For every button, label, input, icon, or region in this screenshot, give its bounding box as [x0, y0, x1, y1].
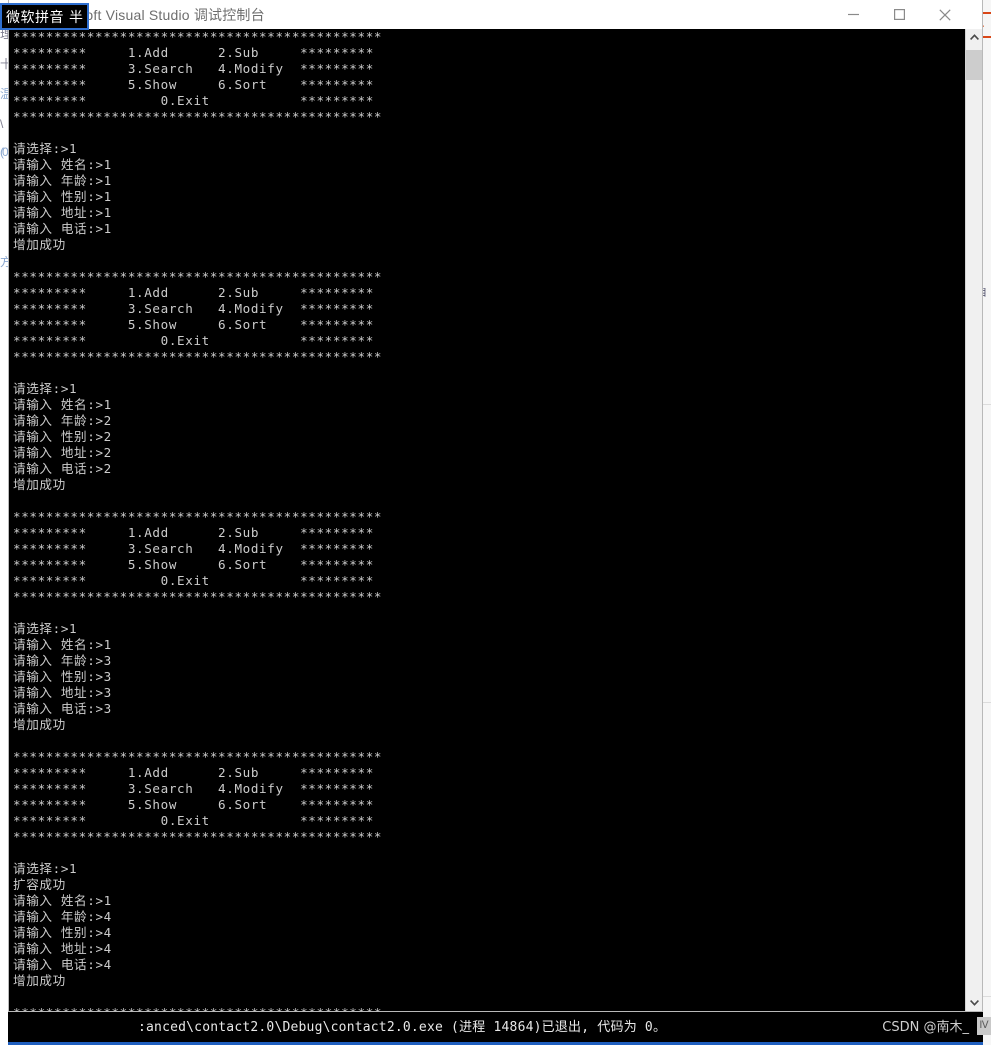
console-output-area[interactable]: ****************************************…: [9, 29, 982, 1011]
console-output-text: ****************************************…: [13, 29, 383, 1011]
watermark-tail: Ⅳ: [977, 1017, 991, 1035]
console-window: Microsoft Visual Studio 调试控制台 **********…: [8, 0, 983, 1012]
window-titlebar[interactable]: Microsoft Visual Studio 调试控制台: [9, 0, 982, 29]
close-button[interactable]: [922, 0, 968, 29]
ime-indicator[interactable]: 微软拼音 半: [0, 3, 90, 30]
exit-status-message: :anced\contact2.0\Debug\contact2.0.exe (…: [138, 1020, 667, 1035]
maximize-button[interactable]: [876, 0, 922, 29]
minimize-button[interactable]: [830, 0, 876, 29]
scroll-up-arrow-icon[interactable]: [966, 29, 982, 46]
window-controls: [830, 0, 968, 29]
console-scrollbar[interactable]: [965, 29, 982, 1011]
ime-indicator-label: 微软拼音 半: [6, 9, 84, 26]
screen-root: 理 十 温 \ (0 方 ⌁ 目 Microsoft Visual Studio…: [0, 0, 991, 1045]
scroll-down-arrow-icon[interactable]: [966, 994, 982, 1011]
scrollbar-thumb[interactable]: [966, 50, 982, 80]
exit-status-bar: :anced\contact2.0\Debug\contact2.0.exe (…: [8, 1012, 983, 1045]
